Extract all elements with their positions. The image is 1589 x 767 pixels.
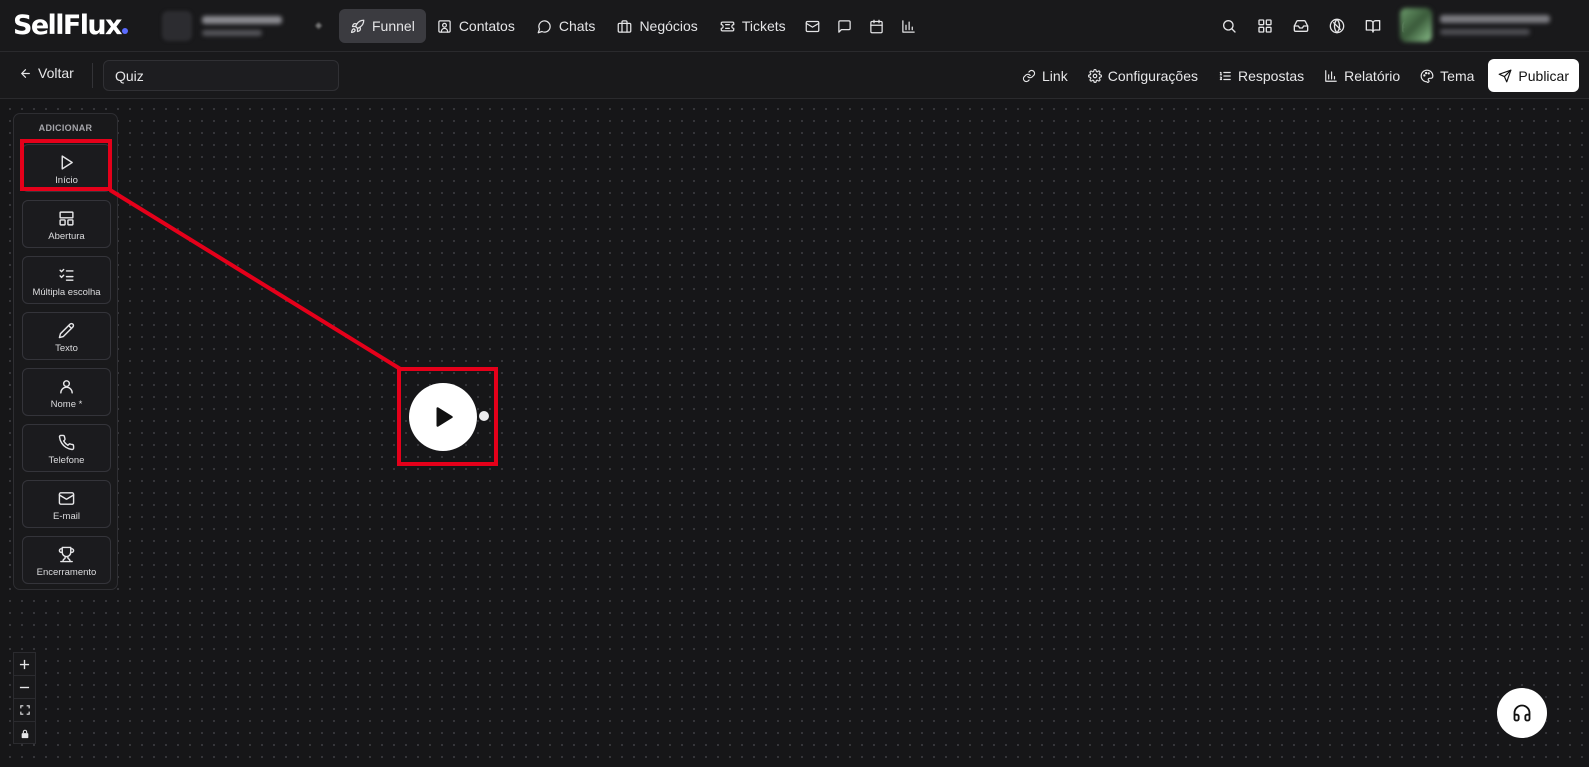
responses-button[interactable]: Respostas bbox=[1208, 60, 1314, 92]
mail-icon bbox=[58, 490, 75, 507]
avatar bbox=[1400, 8, 1432, 42]
zoom-out-icon bbox=[19, 682, 30, 693]
user-email-blurred bbox=[1440, 29, 1530, 35]
block-encerramento[interactable]: Encerramento bbox=[22, 536, 111, 584]
book-icon bbox=[1365, 18, 1381, 34]
nav-chats[interactable]: Chats bbox=[526, 9, 607, 43]
list-ordered-icon bbox=[1218, 69, 1232, 83]
chevron-down-icon: ◆ bbox=[315, 20, 322, 30]
pencil-icon bbox=[58, 322, 75, 339]
inbox-button[interactable] bbox=[1283, 9, 1319, 43]
zoom-out-button[interactable] bbox=[14, 676, 35, 699]
user-icon bbox=[58, 378, 75, 395]
send-icon bbox=[1498, 69, 1512, 83]
headset-icon bbox=[1512, 703, 1532, 723]
nav-email[interactable] bbox=[797, 9, 829, 43]
editor-toolbar: Voltar Link Configurações Respostas Rela… bbox=[0, 52, 1589, 99]
start-node-output-handle[interactable] bbox=[479, 411, 489, 421]
arrow-left-icon bbox=[19, 67, 32, 80]
block-texto[interactable]: Texto bbox=[22, 312, 111, 360]
workspace-avatar bbox=[162, 11, 192, 41]
layout-icon bbox=[58, 210, 75, 227]
apps-grid-icon bbox=[1257, 18, 1273, 34]
support-chat-button[interactable] bbox=[1497, 688, 1547, 738]
rocket-icon bbox=[350, 19, 365, 34]
nav-messages[interactable] bbox=[829, 9, 861, 43]
play-icon bbox=[430, 404, 456, 430]
link-button[interactable]: Link bbox=[1012, 60, 1078, 92]
gear-icon bbox=[1087, 68, 1102, 83]
start-node[interactable] bbox=[409, 383, 477, 451]
bar-chart-icon bbox=[1324, 69, 1338, 83]
top-right-icons bbox=[1211, 9, 1427, 43]
divider bbox=[92, 63, 93, 88]
docs-button[interactable] bbox=[1355, 9, 1391, 43]
language-button[interactable] bbox=[1319, 9, 1355, 43]
lock-icon bbox=[20, 729, 30, 739]
workspace-name-blurred bbox=[202, 16, 282, 24]
user-menu[interactable] bbox=[1400, 8, 1550, 42]
panel-header: ADICIONAR bbox=[38, 123, 93, 133]
search-button[interactable] bbox=[1211, 9, 1247, 43]
top-navigation-bar: SellFlux ◆ Funnel Contatos Chats Negócio… bbox=[0, 0, 1589, 52]
block-abertura[interactable]: Abertura bbox=[22, 200, 111, 248]
checklist-icon bbox=[58, 266, 75, 283]
quiz-title-input[interactable] bbox=[103, 60, 339, 91]
apps-button[interactable] bbox=[1247, 9, 1283, 43]
user-name-blurred bbox=[1440, 15, 1550, 23]
publish-button[interactable]: Publicar bbox=[1488, 59, 1579, 92]
settings-button[interactable]: Configurações bbox=[1078, 60, 1208, 92]
block-telefone[interactable]: Telefone bbox=[22, 424, 111, 472]
globe-icon bbox=[1329, 18, 1345, 34]
main-nav: Funnel Contatos Chats Negócios Tickets bbox=[339, 9, 925, 43]
nav-calendar[interactable] bbox=[861, 9, 893, 43]
sellflux-logo[interactable]: SellFlux bbox=[13, 10, 128, 41]
briefcase-icon bbox=[617, 19, 632, 34]
bar-chart-icon bbox=[901, 19, 916, 34]
highlight-box-inicio bbox=[20, 139, 112, 191]
zoom-in-button[interactable] bbox=[14, 653, 35, 676]
chat-bubble-icon bbox=[537, 19, 552, 34]
nav-tickets[interactable]: Tickets bbox=[709, 9, 797, 43]
block-nome[interactable]: Nome * bbox=[22, 368, 111, 416]
editor-actions: Link Configurações Respostas Relatório T… bbox=[1012, 59, 1589, 92]
lock-button[interactable] bbox=[14, 722, 35, 745]
inbox-icon bbox=[1293, 18, 1309, 34]
ticket-icon bbox=[720, 19, 735, 34]
trophy-icon bbox=[58, 546, 75, 563]
zoom-controls bbox=[13, 652, 36, 744]
theme-button[interactable]: Tema bbox=[1410, 60, 1484, 92]
nav-negocios[interactable]: Negócios bbox=[606, 9, 708, 43]
search-icon bbox=[1221, 18, 1237, 34]
link-icon bbox=[1022, 69, 1036, 83]
zoom-in-icon bbox=[19, 659, 30, 670]
phone-icon bbox=[58, 434, 75, 451]
block-email[interactable]: E-mail bbox=[22, 480, 111, 528]
contact-card-icon bbox=[437, 19, 452, 34]
logo-dot bbox=[121, 28, 128, 34]
workspace-switcher[interactable]: ◆ bbox=[162, 9, 322, 43]
flow-canvas[interactable] bbox=[0, 99, 1589, 767]
workspace-subtitle-blurred bbox=[202, 30, 262, 36]
nav-contatos[interactable]: Contatos bbox=[426, 9, 526, 43]
nav-reports[interactable] bbox=[893, 9, 925, 43]
fit-view-icon bbox=[19, 705, 30, 715]
back-button[interactable]: Voltar bbox=[19, 65, 74, 81]
palette-icon bbox=[1420, 69, 1434, 83]
fit-view-button[interactable] bbox=[14, 699, 35, 722]
calendar-icon bbox=[869, 19, 884, 34]
mail-icon bbox=[805, 19, 820, 34]
nav-funnel[interactable]: Funnel bbox=[339, 9, 426, 43]
report-button[interactable]: Relatório bbox=[1314, 60, 1410, 92]
message-square-icon bbox=[837, 19, 852, 34]
block-multipla-escolha[interactable]: Múltipla escolha bbox=[22, 256, 111, 304]
